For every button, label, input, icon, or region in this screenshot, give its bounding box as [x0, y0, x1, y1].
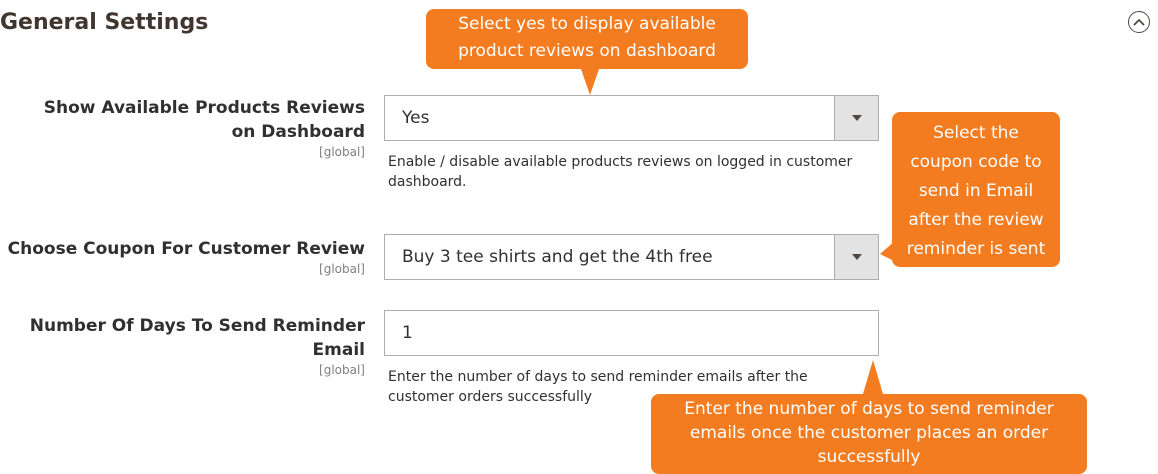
- reminder-days-input[interactable]: [384, 310, 879, 356]
- callout-pointer: [581, 69, 599, 95]
- collapse-button[interactable]: [1128, 11, 1150, 33]
- field-label-show-reviews: Show Available Products Reviews on Dashb…: [20, 96, 365, 160]
- callout-pointer: [880, 240, 896, 262]
- field-label-text: Number Of Days To Send Reminder Email: [29, 316, 365, 360]
- field-note: Enable / disable available products revi…: [388, 154, 853, 190]
- dropdown-arrow[interactable]: [834, 235, 878, 279]
- callout-reviews: Select yes to display available product …: [426, 9, 748, 95]
- callout-text: Enter the number of days to send reminde…: [684, 399, 1054, 467]
- show-reviews-select[interactable]: Yes: [384, 95, 879, 141]
- scope-label: [global]: [319, 262, 365, 276]
- callout-days: Enter the number of days to send reminde…: [651, 360, 1087, 474]
- callout-text: Select yes to display available product …: [458, 14, 716, 61]
- chevron-up-icon: [1133, 18, 1145, 26]
- scope-label: [global]: [319, 145, 365, 159]
- select-value: Buy 3 tee shirts and get the 4th free: [402, 247, 713, 267]
- callout-pointer: [863, 360, 883, 394]
- triangle-down-icon: [851, 254, 862, 260]
- field-label-text: Show Available Products Reviews on Dashb…: [43, 98, 365, 142]
- section-title[interactable]: General Settings: [0, 10, 208, 35]
- field-label-coupon: Choose Coupon For Customer Review [globa…: [5, 237, 365, 277]
- coupon-select[interactable]: Buy 3 tee shirts and get the 4th free: [384, 234, 879, 280]
- field-label-reminder-days: Number Of Days To Send Reminder Email [g…: [20, 314, 365, 378]
- callout-text: Select the coupon code to send in Email …: [906, 123, 1046, 259]
- select-value: Yes: [402, 108, 430, 128]
- callout-coupon: Select the coupon code to send in Email …: [880, 112, 1060, 267]
- field-label-text: Choose Coupon For Customer Review: [7, 239, 365, 259]
- triangle-down-icon: [851, 115, 862, 121]
- scope-label: [global]: [319, 363, 365, 377]
- dropdown-arrow[interactable]: [834, 96, 878, 140]
